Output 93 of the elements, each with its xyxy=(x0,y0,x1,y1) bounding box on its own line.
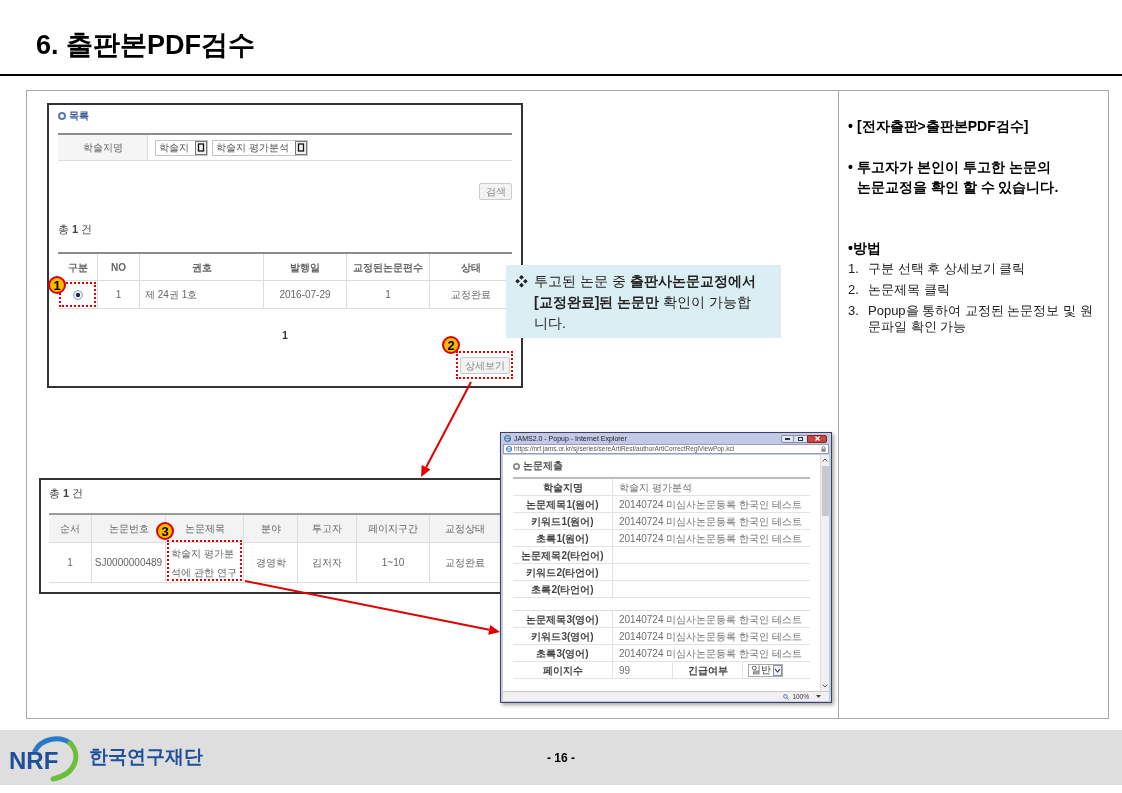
bullet-symbol: • xyxy=(848,117,853,135)
field-value: 20140724 미심사논문등록 한국인 테스트 xyxy=(618,531,802,546)
scrollbar[interactable] xyxy=(820,455,829,691)
magnifier-icon xyxy=(783,693,790,700)
radio-button[interactable] xyxy=(72,289,83,300)
note-text: [전자출판>출판본PDF검수] xyxy=(856,117,1030,135)
column-header: 투고자 xyxy=(298,515,357,542)
browser-icon xyxy=(506,446,512,452)
close-icon xyxy=(814,436,820,441)
browser-icon xyxy=(504,435,511,442)
dropdown-icon xyxy=(294,140,307,155)
table-cell-text: 교정완료 xyxy=(450,288,492,302)
table-cell: 1 xyxy=(49,543,92,582)
bullet-symbol: ❖ xyxy=(515,273,528,291)
field-label: 키워드2(타언어) xyxy=(513,564,613,580)
journal-select[interactable]: 학술지 xyxy=(155,139,208,156)
minimize-button[interactable] xyxy=(781,434,794,443)
result-count: 총 1 건 xyxy=(58,222,93,236)
dropdown-icon xyxy=(195,140,207,155)
table-cell: 2016-07-29 xyxy=(264,281,347,308)
column-header: NO xyxy=(98,254,140,280)
table-cell: 1 xyxy=(347,281,430,308)
step-text: 논문제목 클릭 xyxy=(868,282,951,298)
bullet-symbol: • xyxy=(848,158,853,177)
field-value: 학술지 평가분석 xyxy=(618,480,692,495)
column-header: 순서 xyxy=(49,515,92,542)
journal-select[interactable]: 학술지 평가분석 xyxy=(212,139,308,156)
field-value: 20140724 미심사논문등록 한국인 테스트 xyxy=(618,514,802,529)
step-number: 3. xyxy=(848,303,860,320)
page-link[interactable]: 1 xyxy=(282,329,288,343)
table-cell: 경영학 xyxy=(244,543,298,582)
lock-icon xyxy=(821,446,826,452)
scroll-up-icon[interactable] xyxy=(822,458,828,462)
field-label: 논문제목1(원어) xyxy=(513,496,613,512)
field-label: 논문제목3(영어) xyxy=(513,611,613,627)
column-header: 상태 xyxy=(460,260,482,275)
field-value: 20140724 미심사논문등록 한국인 테스트 xyxy=(618,629,802,644)
method-heading: 방법 xyxy=(852,239,881,257)
column-header: 권호 xyxy=(140,254,264,280)
paper-title-link[interactable]: 학술지 평가분석에 관한 연구 xyxy=(171,543,240,582)
field-value: 20140724 미심사논문등록 한국인 테스트 xyxy=(618,612,802,627)
circle-bullet-icon xyxy=(513,462,520,470)
circle-bullet-icon xyxy=(58,112,66,120)
section-heading: 목록 xyxy=(69,109,89,123)
urgency-select[interactable]: 일반 xyxy=(748,663,783,677)
field-value: 20140724 미심사논문등록 한국인 테스트 xyxy=(618,497,802,512)
minimize-icon xyxy=(785,437,790,440)
field-value: 20140724 미심사논문등록 한국인 테스트 xyxy=(618,646,802,661)
nrf-logo: NRF xyxy=(9,733,81,782)
column-header: 교정상태 xyxy=(444,522,486,536)
close-button[interactable] xyxy=(807,434,827,443)
note-text: 투고자가 본인이 투고한 논문의 논문교정을 확인 할 수 있습니다. xyxy=(856,158,1060,197)
table-cell: SJ0000000489 xyxy=(92,543,166,582)
step-marker: 1 xyxy=(48,276,66,294)
step-marker: 2 xyxy=(442,336,460,354)
step-number: 1. xyxy=(848,261,860,277)
field-label: 페이지수 xyxy=(513,662,613,678)
result-count: 총 1 건 xyxy=(49,486,84,500)
field-label: 키워드1(원어) xyxy=(513,513,613,529)
caret-icon xyxy=(773,664,782,676)
table-cell: 1~10 xyxy=(357,543,430,582)
column-header: 교정된논문편수 xyxy=(347,254,430,280)
column-header: 페이지구간 xyxy=(357,515,430,542)
page-number: - 16 - xyxy=(547,749,575,767)
table-cell: 김저자 xyxy=(298,543,357,582)
field-label: 초록1(원어) xyxy=(513,530,613,546)
column-header: 분야 xyxy=(244,515,298,542)
field-label: 초록2(타언어) xyxy=(513,581,613,597)
field-label: 긴급여부 xyxy=(673,662,743,678)
field-label: 학술지명 xyxy=(58,135,148,160)
field-label: 초록3(영어) xyxy=(513,645,613,661)
page-title: 6. 출판본PDF검수 xyxy=(36,29,257,62)
organization-name: 한국연구재단 xyxy=(89,745,203,770)
field-label: 학술지명 xyxy=(513,479,613,495)
table-cell: 제 24권 1호 xyxy=(140,281,264,308)
step-text: Popup을 통하여 교정된 논문정보 및 원문파일 확인 가능 xyxy=(868,303,1094,335)
scroll-down-icon[interactable] xyxy=(822,684,828,688)
step-number: 2. xyxy=(848,282,860,298)
column-header: 발행일 xyxy=(264,254,347,280)
field-value: 99 xyxy=(619,663,631,678)
step-text: 구분 선택 후 상세보기 클릭 xyxy=(868,261,1027,277)
field-label: 키워드3(영어) xyxy=(513,628,613,644)
section-heading: 논문제출 xyxy=(523,460,563,472)
table-cell-text: 교정완료 xyxy=(444,556,486,570)
highlight-frame xyxy=(456,351,513,379)
caret-icon[interactable] xyxy=(816,695,821,698)
field-label: 논문제목2(타언어) xyxy=(513,547,613,563)
maximize-icon xyxy=(798,436,803,441)
bullet-symbol: • xyxy=(848,239,853,257)
scrollbar-thumb[interactable] xyxy=(821,466,829,516)
maximize-button[interactable] xyxy=(794,434,807,443)
table-cell: 1 xyxy=(98,281,140,308)
callout-text: 투고된 논문 중 출판사논문교정에서 [교정완료]된 논문만 확인이 가능합니다. xyxy=(534,272,757,333)
